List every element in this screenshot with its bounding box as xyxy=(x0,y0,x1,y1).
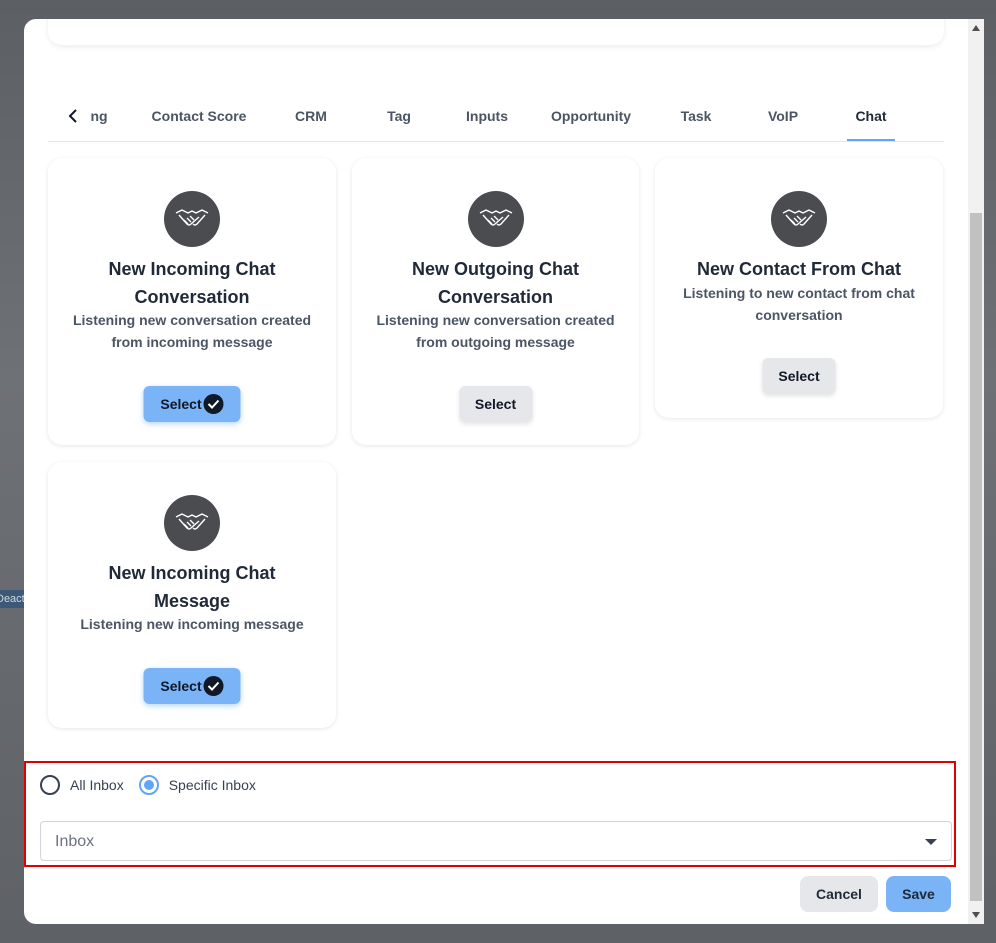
check-circle-icon xyxy=(203,394,224,414)
modal-scrollbar[interactable] xyxy=(968,19,984,924)
active-tab-indicator xyxy=(847,139,895,141)
check-circle-icon xyxy=(203,676,224,696)
inbox-select-placeholder: Inbox xyxy=(55,833,95,850)
trigger-card-new-contact-from-chat: New Contact From Chat Listening to new c… xyxy=(655,158,943,418)
chevron-down-icon xyxy=(925,839,937,845)
scroll-up-icon[interactable] xyxy=(972,25,980,31)
handshake-icon xyxy=(164,191,220,247)
tab-contact-score[interactable]: Contact Score xyxy=(152,108,247,124)
inbox-filter-section: All Inbox Specific Inbox Inbox xyxy=(24,761,956,867)
handshake-icon xyxy=(771,191,827,247)
handshake-icon xyxy=(467,191,524,247)
top-card xyxy=(48,19,944,45)
inbox-radio-group: All Inbox Specific Inbox xyxy=(40,775,271,795)
tab-tag[interactable]: Tag xyxy=(387,108,411,124)
tab-task[interactable]: Task xyxy=(681,108,712,124)
card-description: Listening new conversation created from … xyxy=(376,312,615,350)
card-description: Listening to new contact from chat conve… xyxy=(683,285,915,323)
chevron-left-icon[interactable] xyxy=(64,105,82,127)
card-description: Listening new conversation created from … xyxy=(72,312,312,350)
trigger-tabs: ng Contact Score CRM Tag Inputs Opportun… xyxy=(48,97,944,142)
tab-voip[interactable]: VoIP xyxy=(768,108,798,124)
inbox-select[interactable]: Inbox xyxy=(40,821,952,861)
select-button-label: Select xyxy=(778,368,820,384)
all-inbox-radio[interactable] xyxy=(40,775,60,795)
select-button[interactable]: Select xyxy=(143,668,241,704)
select-button-label: Select xyxy=(160,678,202,694)
select-button[interactable]: Select xyxy=(143,386,241,422)
tab-inputs[interactable]: Inputs xyxy=(466,108,508,124)
card-title: New Contact From Chat xyxy=(696,259,901,279)
tab-partial[interactable]: ng xyxy=(90,108,107,124)
tab-chat[interactable]: Chat xyxy=(855,108,886,124)
trigger-card-incoming-chat-message: New Incoming Chat Message Listening new … xyxy=(48,462,336,728)
card-title: New Incoming Chat Message xyxy=(108,563,276,611)
select-button-label: Select xyxy=(160,396,202,412)
select-button[interactable]: Select xyxy=(459,386,532,422)
card-title: New Outgoing Chat Conversation xyxy=(412,259,579,307)
card-title: New Incoming Chat Conversation xyxy=(108,259,276,307)
select-button-label: Select xyxy=(474,396,517,412)
tab-crm[interactable]: CRM xyxy=(295,108,327,124)
trigger-card-incoming-chat-conversation: New Incoming Chat Conversation Listening… xyxy=(48,158,336,445)
specific-inbox-label[interactable]: Specific Inbox xyxy=(169,777,256,793)
trigger-modal: ng Contact Score CRM Tag Inputs Opportun… xyxy=(24,19,968,924)
card-description: Listening new incoming message xyxy=(80,616,304,632)
scroll-down-icon[interactable] xyxy=(972,912,980,918)
tab-opportunity[interactable]: Opportunity xyxy=(551,108,631,124)
save-button[interactable]: Save xyxy=(886,876,951,912)
select-button[interactable]: Select xyxy=(762,358,836,394)
trigger-card-outgoing-chat-conversation: New Outgoing Chat Conversation Listening… xyxy=(352,158,639,445)
specific-inbox-radio[interactable] xyxy=(138,775,159,795)
background-label: Deact xyxy=(0,590,24,608)
scrollbar-thumb[interactable] xyxy=(970,213,982,901)
handshake-icon xyxy=(164,495,220,551)
all-inbox-label[interactable]: All Inbox xyxy=(70,777,124,793)
cancel-button[interactable]: Cancel xyxy=(800,876,878,912)
